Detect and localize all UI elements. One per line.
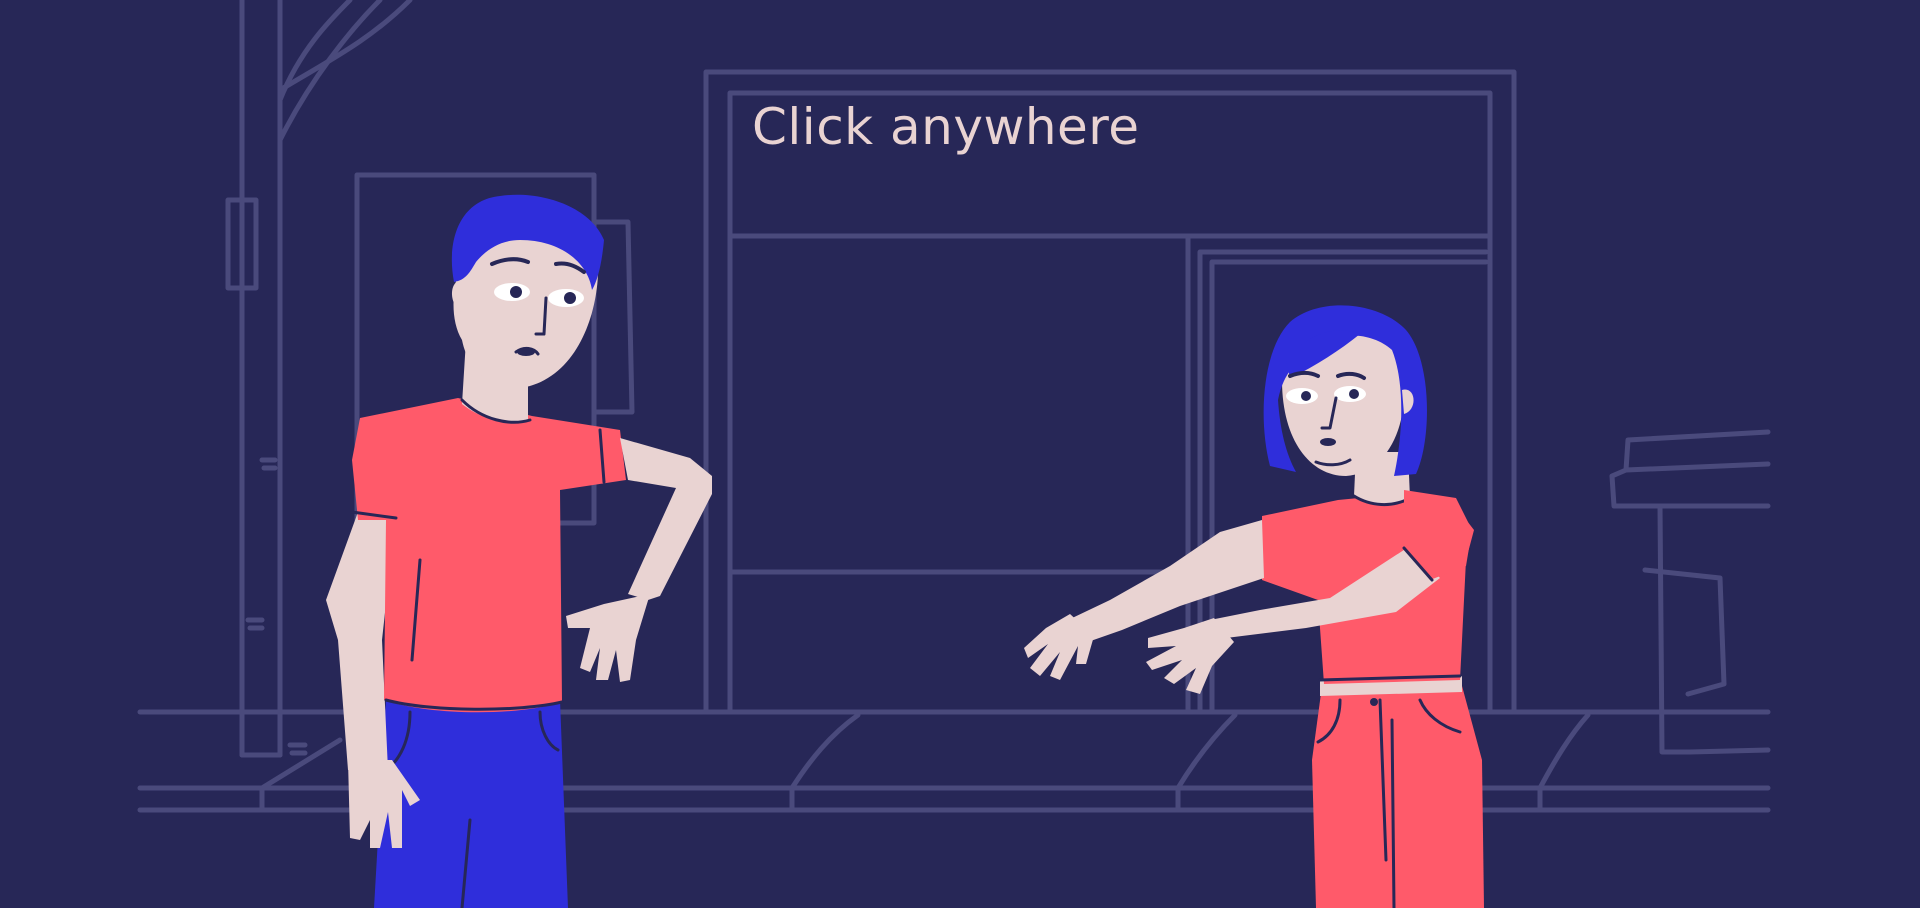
game-stage[interactable]: Click anywhere (0, 0, 1920, 908)
trash-can (1609, 429, 1771, 755)
click-anywhere-prompt: Click anywhere (752, 98, 1140, 156)
woman-character (1024, 305, 1484, 908)
man-character (326, 194, 712, 908)
lamp-post (225, 0, 413, 758)
